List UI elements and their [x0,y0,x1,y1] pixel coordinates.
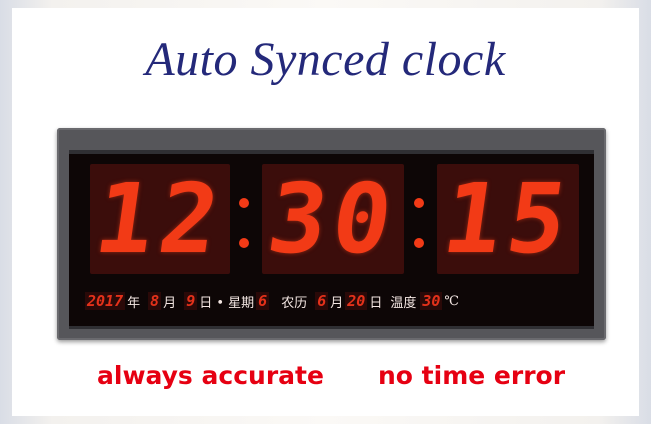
day-value: 9 [184,292,198,310]
clock-display: 12 30 15 2017 年 8 月 9 日 • 星期 6 农历 6 月 20… [69,150,594,329]
temperature-label: 温度 [390,295,417,311]
lunar-month-unit: 月 [330,295,344,311]
led-clock-panel: 12 30 15 2017 年 8 月 9 日 • 星期 6 农历 6 月 20… [57,128,606,340]
day-unit: 日 • 星期 [199,295,255,311]
minutes-digits: 30 [261,163,405,275]
year-unit: 年 [127,295,141,311]
lunar-label: 农历 [281,295,308,311]
lunar-month-value: 6 [315,292,329,310]
lunar-day-value: 20 [345,292,368,310]
minutes-digit-box: 30 [261,163,404,275]
month-unit: 月 [163,295,177,311]
weekday-value: 6 [256,292,270,310]
tagline-always-accurate: always accurate [97,361,324,390]
month-value: 8 [148,292,162,310]
lunar-day-unit: 日 [369,295,383,311]
hours-digit-box: 12 [88,163,231,275]
page-title: Auto Synced clock [145,33,506,86]
colon-dot-top [239,198,249,208]
temperature-unit: ℃ [444,293,459,309]
date-info-row: 2017 年 8 月 9 日 • 星期 6 农历 6 月 20 日 温度 30 … [85,290,585,312]
colon-dot-bottom [239,238,249,248]
tagline-no-time-error: no time error [378,361,566,390]
seconds-digit-box: 15 [436,163,579,275]
colon-dot-bottom-2 [414,238,424,248]
colon-dot-top-2 [414,198,424,208]
hours-digits: 12 [88,163,232,275]
seconds-digits: 15 [436,163,580,275]
temperature-value: 30 [420,292,443,310]
year-value: 2017 [85,292,126,310]
